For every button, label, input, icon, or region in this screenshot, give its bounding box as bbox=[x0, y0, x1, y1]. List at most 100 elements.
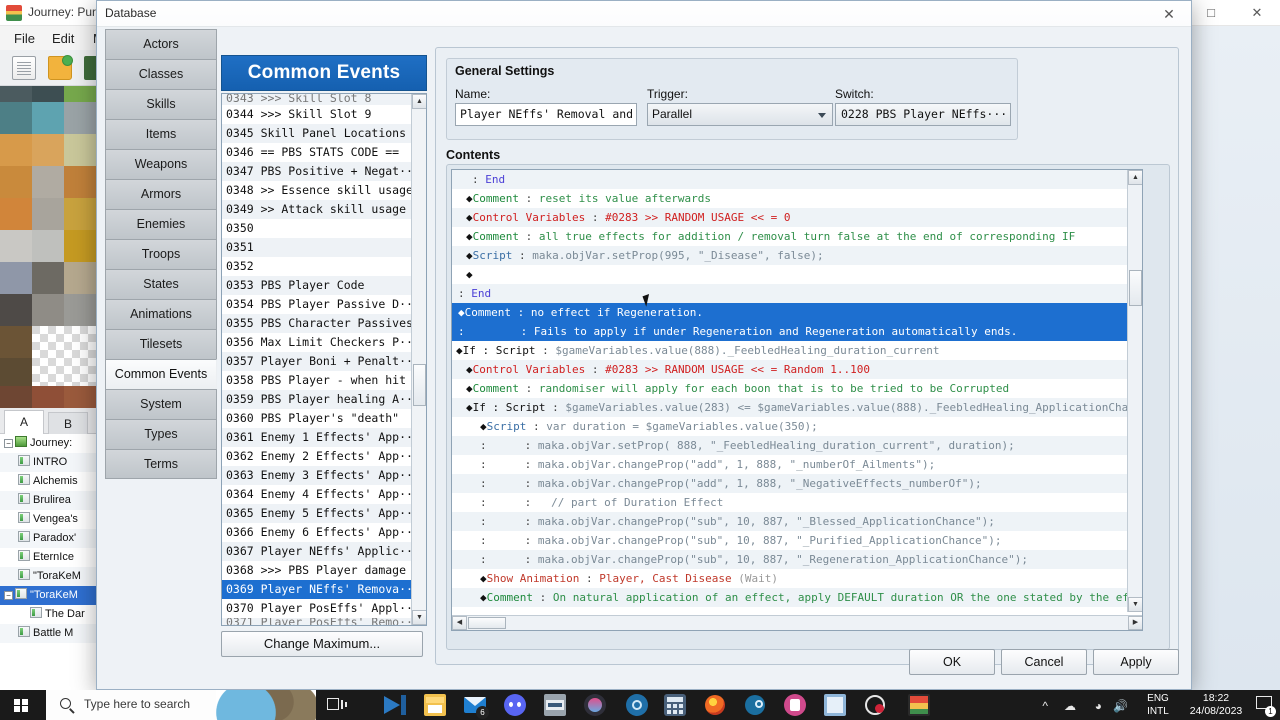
list-item[interactable]: 0349 >> Attack skill usage bbox=[222, 200, 412, 219]
list-item[interactable]: 0356 Max Limit Checkers P··· bbox=[222, 333, 412, 352]
event-row[interactable]: : End bbox=[452, 284, 1142, 303]
expander-icon[interactable]: − bbox=[4, 439, 13, 448]
scroll-right-icon[interactable]: ▶ bbox=[1128, 616, 1142, 630]
name-input[interactable]: Player NEffs' Removal and bbox=[455, 103, 637, 126]
list-item[interactable]: 0343 >>> Skill Slot 8 bbox=[222, 94, 412, 105]
tab-classes[interactable]: Classes bbox=[105, 59, 217, 89]
event-row[interactable]: ◆If : Script : $gameVariables.value(283)… bbox=[452, 398, 1142, 417]
tree-row[interactable]: EternIce bbox=[0, 548, 96, 567]
tileset-palette[interactable] bbox=[0, 86, 96, 408]
list-item[interactable]: 0347 PBS Positive + Negat··· bbox=[222, 162, 412, 181]
list-item[interactable]: 0363 Enemy 3 Effects' App··· bbox=[222, 466, 412, 485]
event-row[interactable]: ◆Script : maka.objVar.setProp(995, "_Dis… bbox=[452, 246, 1142, 265]
task-view-icon[interactable] bbox=[326, 694, 348, 716]
powerpoint-icon[interactable] bbox=[784, 694, 806, 716]
file-explorer-icon[interactable] bbox=[424, 694, 446, 716]
apply-button[interactable]: Apply bbox=[1093, 649, 1179, 675]
notifications-button[interactable]: 1 bbox=[1256, 695, 1276, 717]
list-item[interactable]: 0353 PBS Player Code bbox=[222, 276, 412, 295]
clock[interactable]: 18:22 24/08/2023 bbox=[1184, 692, 1248, 718]
common-events-list[interactable]: 0343 >>> Skill Slot 8 0344 >>> Skill Slo… bbox=[222, 94, 412, 625]
trigger-select[interactable]: Parallel bbox=[647, 103, 833, 126]
tab-items[interactable]: Items bbox=[105, 119, 217, 149]
tree-row[interactable]: Battle M bbox=[0, 624, 96, 643]
list-item[interactable]: 0365 Enemy 5 Effects' App··· bbox=[222, 504, 412, 523]
switch-picker-button[interactable]: 0228 PBS Player NEffs······ bbox=[835, 103, 1011, 126]
event-row[interactable]: :: <!> When Converted / Corrupted into, … bbox=[452, 607, 1142, 612]
list-item-selected[interactable]: 0369 Player NEffs' Remova··· bbox=[222, 580, 412, 599]
tab-armors[interactable]: Armors bbox=[105, 179, 217, 209]
calculator-icon[interactable] bbox=[664, 694, 686, 716]
list-item[interactable]: 0346 == PBS STATS CODE == bbox=[222, 143, 412, 162]
maximize-icon[interactable]: □ bbox=[1188, 0, 1234, 26]
firefox-icon[interactable] bbox=[704, 694, 726, 716]
ok-button[interactable]: OK bbox=[909, 649, 995, 675]
start-button[interactable] bbox=[0, 690, 46, 720]
menu-file[interactable]: File bbox=[6, 29, 43, 48]
close-icon[interactable]: ✕ bbox=[1234, 0, 1280, 26]
expander-icon[interactable]: − bbox=[4, 591, 13, 600]
list-item[interactable]: 0371 Player PosEffs' Remo··· bbox=[222, 618, 412, 625]
tab-skills[interactable]: Skills bbox=[105, 89, 217, 119]
list-item[interactable]: 0355 PBS Character Passives bbox=[222, 314, 412, 333]
scroll-up-icon[interactable]: ▲ bbox=[412, 94, 426, 109]
scroll-left-icon[interactable]: ◀ bbox=[452, 616, 467, 630]
event-row[interactable]: :: maka.objVar.changeProp("sub", 10, 887… bbox=[452, 531, 1142, 550]
event-row[interactable]: ◆Show Animation : Player, Cast Disease (… bbox=[452, 569, 1142, 588]
tree-row[interactable]: − Journey: bbox=[0, 434, 96, 453]
volume-icon[interactable]: 🔊 bbox=[1113, 699, 1128, 713]
event-row[interactable]: ◆If : Script : $gameVariables.value(888)… bbox=[452, 341, 1142, 360]
list-item[interactable]: 0370 Player PosEffs' Appl··· bbox=[222, 599, 412, 618]
list-item[interactable]: 0351 bbox=[222, 238, 412, 257]
close-icon[interactable]: ✕ bbox=[1147, 1, 1191, 27]
xbox-icon[interactable] bbox=[626, 694, 648, 716]
network-icon[interactable]: ◕ bbox=[1095, 699, 1102, 713]
tree-row[interactable]: Vengea's bbox=[0, 510, 96, 529]
open-folder-icon[interactable] bbox=[48, 55, 73, 80]
event-row-selected[interactable]: ◆Comment : no effect if Regeneration. bbox=[452, 303, 1142, 322]
scrollbar-thumb[interactable] bbox=[1129, 270, 1142, 306]
event-row[interactable]: ◆Control Variables : #0283 >> RANDOM USA… bbox=[452, 208, 1142, 227]
tree-row[interactable]: Brulirea bbox=[0, 491, 96, 510]
tree-row[interactable]: Alchemis bbox=[0, 472, 96, 491]
discord-icon[interactable] bbox=[504, 694, 526, 716]
tab-terms[interactable]: Terms bbox=[105, 449, 217, 479]
contents-horizontal-scrollbar[interactable]: ◀ ▶ bbox=[452, 615, 1142, 630]
scroll-down-icon[interactable]: ▼ bbox=[1128, 597, 1142, 612]
tab-states[interactable]: States bbox=[105, 269, 217, 299]
tab-tilesets[interactable]: Tilesets bbox=[105, 329, 217, 359]
tree-row[interactable]: Paradox' bbox=[0, 529, 96, 548]
project-tree[interactable]: − Journey: INTRO Alchemis Brulirea Vengea… bbox=[0, 434, 96, 690]
event-row[interactable]: ◆Comment : randomiser will apply for eac… bbox=[452, 379, 1142, 398]
rpgmaker-icon[interactable] bbox=[908, 694, 930, 716]
notes-icon[interactable] bbox=[824, 694, 846, 716]
event-row[interactable]: ◆Script : var duration = $gameVariables.… bbox=[452, 417, 1142, 436]
paint-icon[interactable] bbox=[584, 694, 606, 716]
event-row[interactable]: ◆ bbox=[452, 265, 1142, 284]
contents-vertical-scrollbar[interactable]: ▲ ▼ bbox=[1127, 170, 1142, 612]
list-item[interactable]: 0358 PBS Player - when hit bbox=[222, 371, 412, 390]
event-row-selected[interactable]: :: Fails to apply if under Regeneration … bbox=[452, 322, 1142, 341]
event-command-list[interactable]: : End ◆Comment : reset its value afterwa… bbox=[452, 170, 1142, 612]
tree-row[interactable]: "ToraKeM bbox=[0, 567, 96, 586]
event-row[interactable]: :: maka.objVar.changeProp("add", 1, 888,… bbox=[452, 474, 1142, 493]
vscode-icon[interactable] bbox=[384, 694, 406, 716]
list-item[interactable]: 0360 PBS Player's "death" bbox=[222, 409, 412, 428]
language-indicator[interactable]: ENG INTL bbox=[1134, 692, 1182, 718]
common-events-scrollbar[interactable]: ▲ ▼ bbox=[411, 94, 426, 625]
tree-row-selected[interactable]: − "ToraKeM bbox=[0, 586, 96, 605]
tab-troops[interactable]: Troops bbox=[105, 239, 217, 269]
event-row[interactable]: :: maka.objVar.changeProp("sub", 10, 887… bbox=[452, 550, 1142, 569]
list-item[interactable]: 0359 PBS Player healing A··· bbox=[222, 390, 412, 409]
list-item[interactable]: 0357 Player Boni + Penalt··· bbox=[222, 352, 412, 371]
event-row[interactable]: ◆Comment : On natural application of an … bbox=[452, 588, 1142, 607]
tab-weapons[interactable]: Weapons bbox=[105, 149, 217, 179]
list-item[interactable]: 0354 PBS Player Passive D··· bbox=[222, 295, 412, 314]
list-item[interactable]: 0348 >> Essence skill usage bbox=[222, 181, 412, 200]
tree-row[interactable]: The Dar bbox=[0, 605, 96, 624]
search-input[interactable]: Type here to search bbox=[46, 690, 316, 720]
scrollbar-thumb[interactable] bbox=[468, 617, 506, 629]
cancel-button[interactable]: Cancel bbox=[1001, 649, 1087, 675]
mail-icon[interactable]: 6 bbox=[464, 694, 489, 719]
tab-actors[interactable]: Actors bbox=[105, 29, 217, 59]
